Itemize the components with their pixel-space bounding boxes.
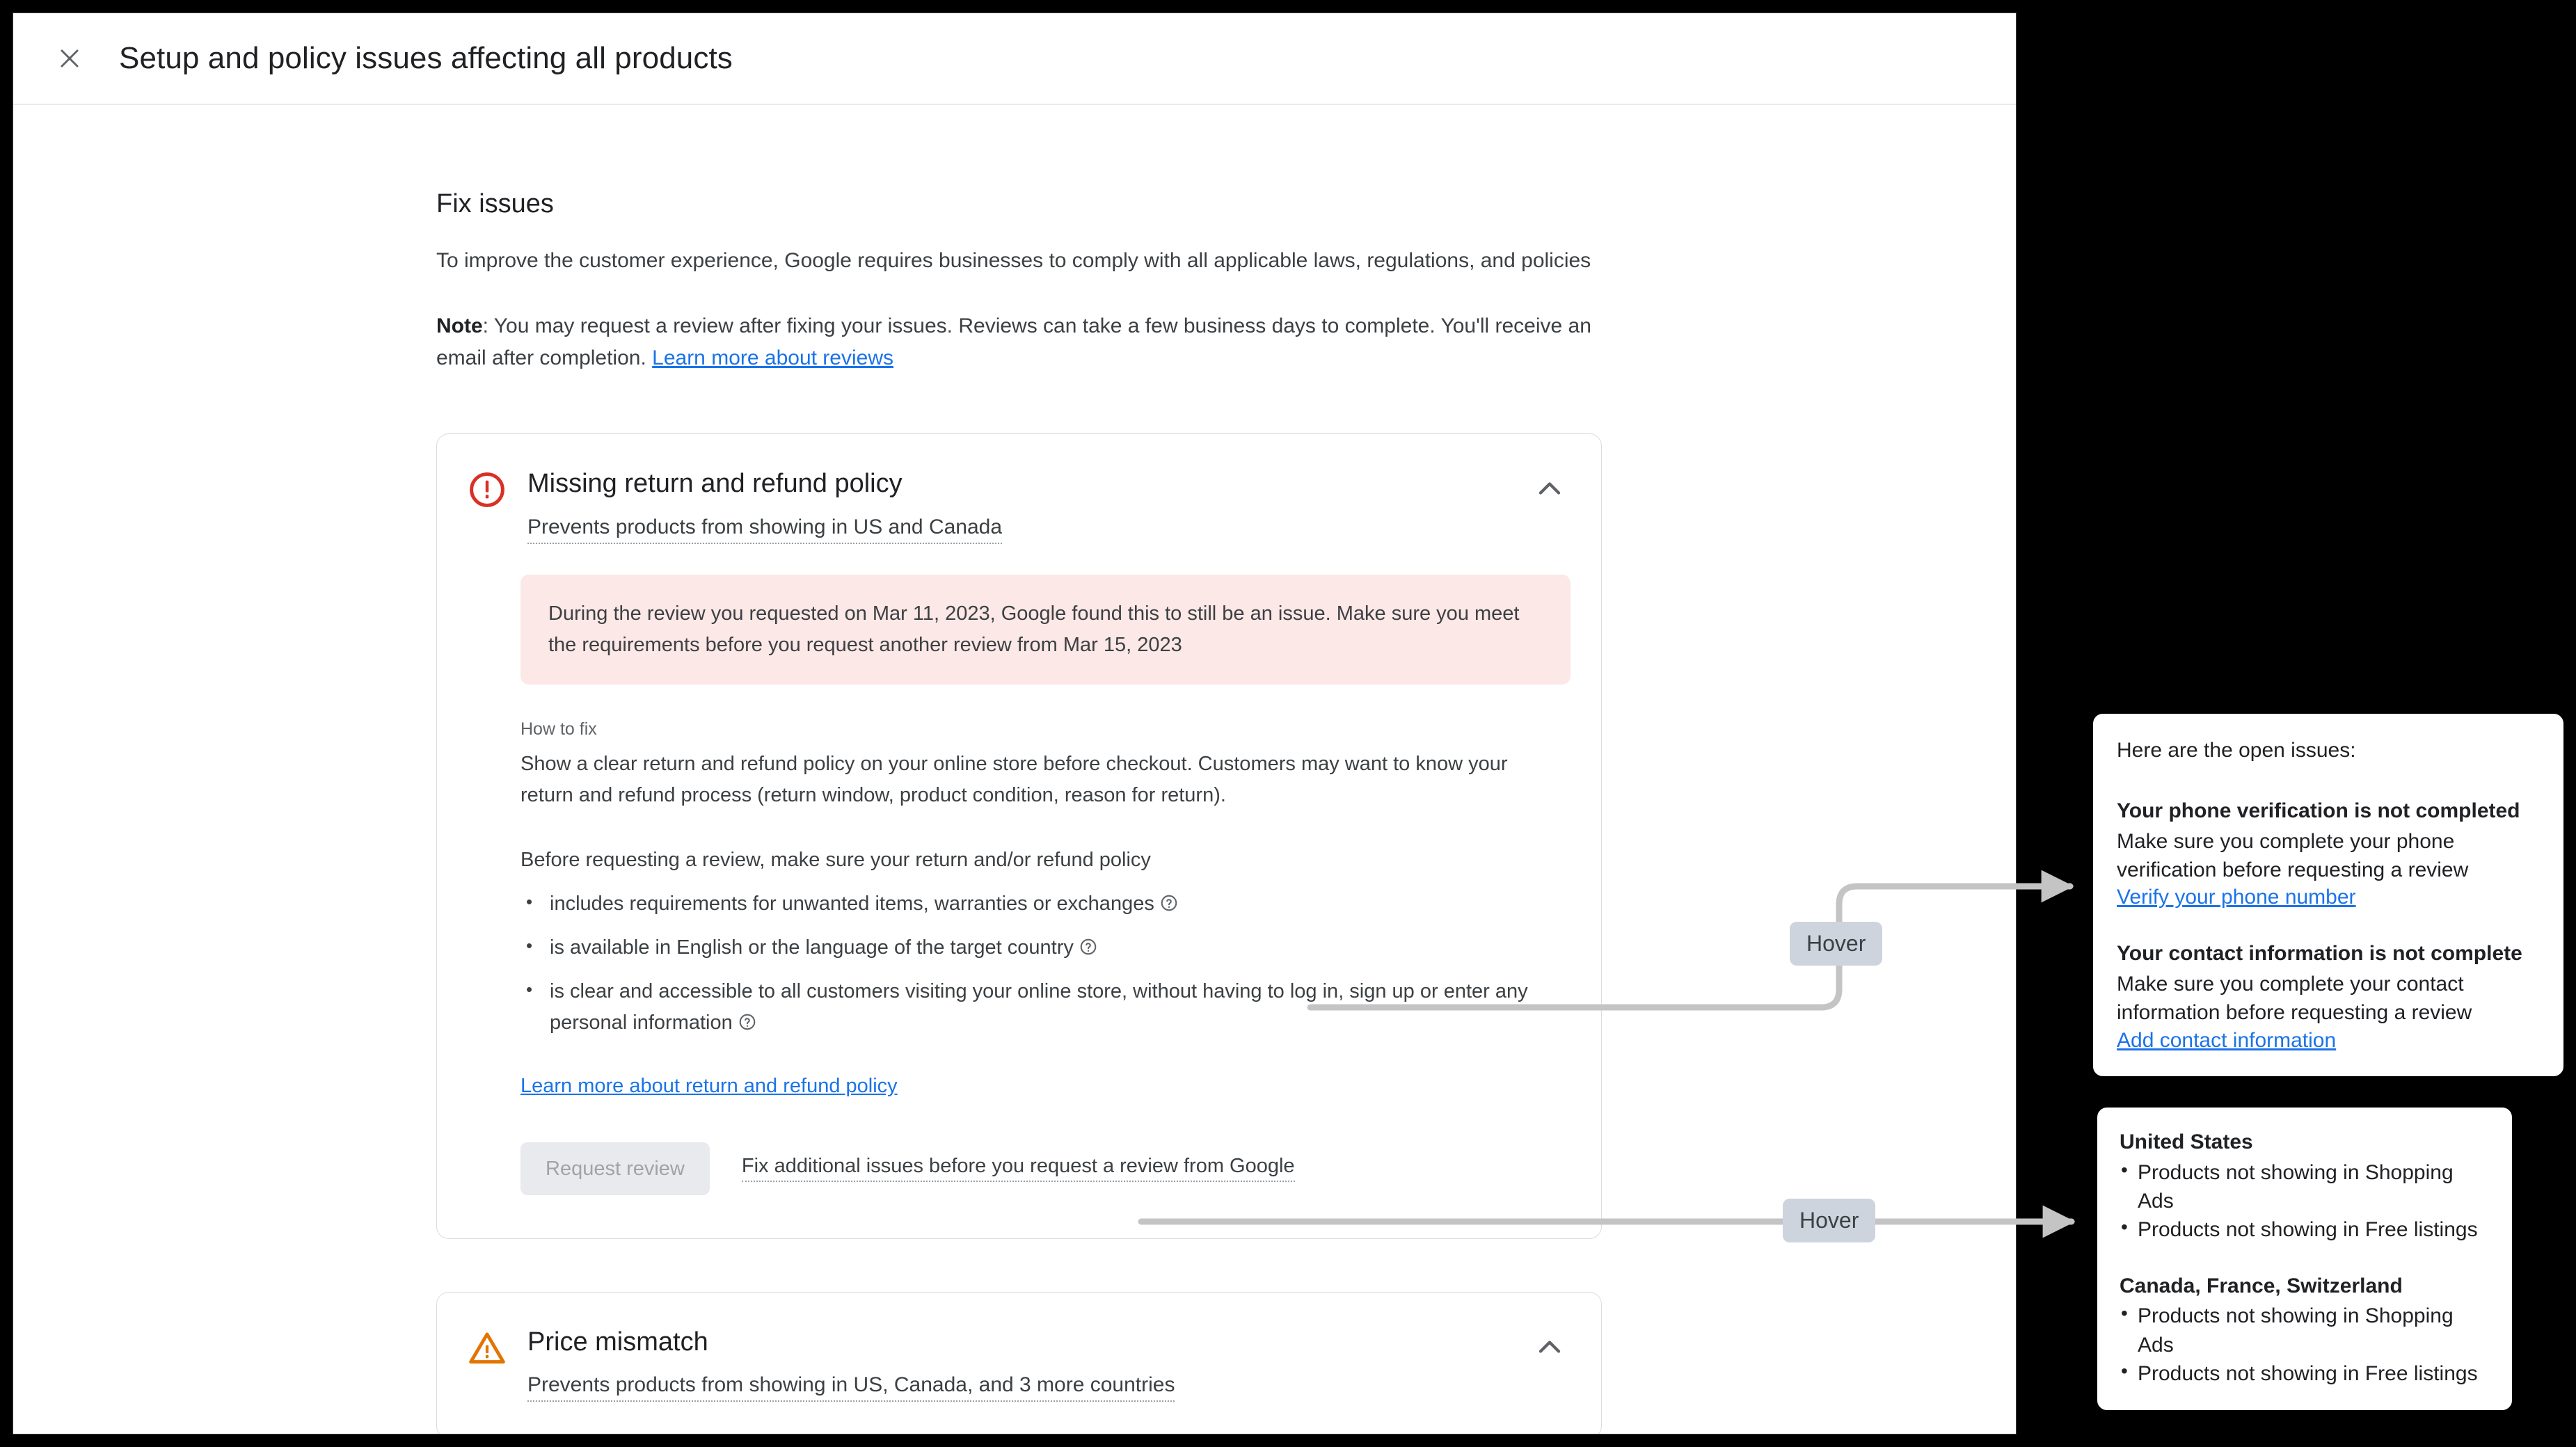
requirement-text: is clear and accessible to all customers… — [550, 980, 1528, 1034]
list-item: Products not showing in Shopping Ads — [2120, 1157, 2490, 1216]
request-review-button[interactable]: Request review — [520, 1142, 710, 1195]
how-to-fix-text: Show a clear return and refund policy on… — [520, 753, 1508, 806]
how-to-fix-label: How to fix — [520, 719, 597, 739]
add-contact-information-link[interactable]: Add contact information — [2117, 1029, 2336, 1053]
issue-card-price-mismatch: Price mismatch Prevents products from sh… — [436, 1291, 1602, 1434]
fix-additional-issues-hint[interactable]: Fix additional issues before you request… — [741, 1155, 1295, 1183]
country-group: United States Products not showing in Sh… — [2120, 1128, 2490, 1245]
learn-more-row: Learn more about return and refund polic… — [520, 1075, 1571, 1098]
app-window: Setup and policy issues affecting all pr… — [13, 13, 2017, 1434]
verify-phone-number-link[interactable]: Verify your phone number — [2117, 886, 2356, 909]
note-label: Note — [436, 314, 483, 337]
tooltip-affected-countries: United States Products not showing in Sh… — [2094, 1105, 2515, 1414]
country-name: Canada, France, Switzerland — [2120, 1274, 2403, 1297]
issue-title: Price mismatch — [527, 1327, 708, 1357]
country-impact-list: Products not showing in Shopping Ads Pro… — [2120, 1300, 2490, 1388]
tooltip-open-issues: Here are the open issues: Your phone ver… — [2090, 711, 2566, 1079]
error-circle-icon — [468, 470, 507, 509]
country-name: United States — [2120, 1130, 2253, 1153]
issue-text-block: Price mismatch Prevents products from sh… — [527, 1326, 1571, 1402]
tooltip-lead: Here are the open issues: — [2117, 739, 2356, 762]
issue-header: Price mismatch Prevents products from sh… — [437, 1293, 1601, 1434]
screenshot-root: Setup and policy issues affecting all pr… — [0, 0, 2576, 1447]
tooltip-issue-heading: Your contact information is not complete — [2117, 942, 2522, 966]
tooltip-issue-heading: Your phone verification is not completed — [2117, 799, 2520, 822]
issue-text-block: Missing return and refund policy Prevent… — [527, 467, 1571, 544]
issue-subtitle[interactable]: Prevents products from showing in US and… — [527, 513, 1003, 544]
dialog-header: Setup and policy issues affecting all pr… — [13, 13, 2016, 105]
help-circle-icon[interactable] — [1079, 938, 1097, 956]
section-title: Fix issues — [436, 189, 554, 218]
tooltip-issue-item: Your contact information is not complete… — [2117, 940, 2540, 1052]
country-group: Canada, France, Switzerland Products not… — [2120, 1272, 2490, 1389]
requirements-list: includes requirements for unwanted items… — [520, 888, 1571, 1039]
list-item: Products not showing in Free listings — [2120, 1214, 2490, 1244]
note-paragraph: Note: You may request a review after fix… — [436, 310, 1600, 374]
tooltip-issue-desc: Make sure you complete your contact info… — [2117, 972, 2472, 1025]
requirement-text: includes requirements for unwanted items… — [550, 892, 1154, 915]
list-item: includes requirements for unwanted items… — [520, 888, 1550, 920]
tooltip-issue-item: Your phone verification is not completed… — [2117, 797, 2540, 909]
list-item: Products not showing in Free listings — [2120, 1358, 2490, 1388]
learn-more-return-policy-link[interactable]: Learn more about return and refund polic… — [520, 1075, 898, 1097]
review-alert-banner: During the review you requested on Mar 1… — [520, 574, 1571, 685]
close-icon[interactable] — [49, 38, 90, 79]
requirement-text: is available in English or the language … — [550, 936, 1074, 959]
page-title: Setup and policy issues affecting all pr… — [119, 41, 733, 75]
hover-label-2: Hover — [1783, 1199, 1876, 1243]
learn-more-reviews-link[interactable]: Learn more about reviews — [652, 346, 893, 369]
tooltip-issue-desc: Make sure you complete your phone verifi… — [2117, 829, 2469, 881]
before-review-text: Before requesting a review, make sure yo… — [520, 848, 1151, 871]
hover-label-1: Hover — [1790, 922, 1883, 966]
issue-title: Missing return and refund policy — [527, 469, 903, 499]
help-circle-icon[interactable] — [738, 1013, 756, 1031]
issue-actions: Request review Fix additional issues bef… — [520, 1142, 1571, 1238]
issue-card-missing-return-policy: Missing return and refund policy Prevent… — [436, 433, 1602, 1239]
list-item: Products not showing in Shopping Ads — [2120, 1300, 2490, 1359]
list-item: is clear and accessible to all customers… — [520, 975, 1550, 1039]
warning-triangle-icon — [468, 1329, 507, 1368]
issue-body: During the review you requested on Mar 1… — [437, 574, 1601, 1238]
issue-subtitle[interactable]: Prevents products from showing in US, Ca… — [527, 1371, 1175, 1402]
intro-paragraph: To improve the customer experience, Goog… — [436, 249, 1591, 273]
main-content: Fix issues To improve the customer exper… — [436, 187, 1619, 1434]
chevron-up-icon[interactable] — [1532, 470, 1568, 506]
country-impact-list: Products not showing in Shopping Ads Pro… — [2120, 1157, 2490, 1245]
list-item: is available in English or the language … — [520, 932, 1550, 964]
note-body: : You may request a review after fixing … — [436, 314, 1591, 369]
help-circle-icon[interactable] — [1160, 894, 1178, 912]
chevron-up-icon[interactable] — [1532, 1329, 1568, 1365]
issue-header: Missing return and refund policy Prevent… — [437, 434, 1601, 544]
